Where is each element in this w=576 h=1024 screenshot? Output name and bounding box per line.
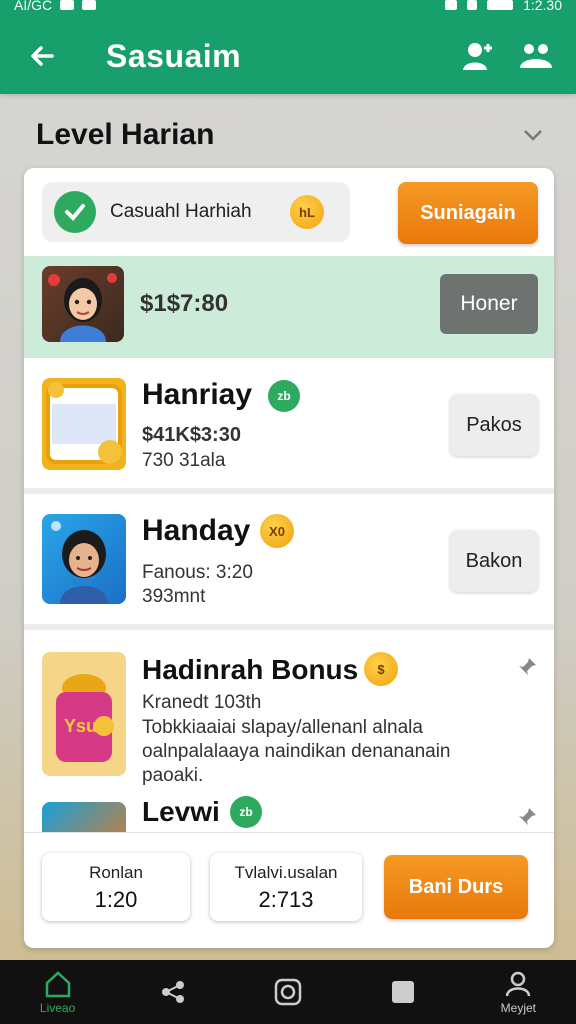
item-title: Hanriay [142, 378, 253, 411]
square-icon [392, 981, 415, 1003]
level-badge: zb [268, 380, 300, 412]
status-time: 1:2.30 [523, 0, 562, 13]
checkin-row: Casuahl Harhiah hL Suniagain [24, 168, 554, 256]
item-subtitle: Kranedt 103th [142, 692, 262, 713]
item-title: Levwi [142, 796, 220, 827]
list-item[interactable]: Hanriay zb $41K$3:30 730 31ala Pakos [24, 358, 554, 494]
item-subtitle-2: 393mnt [142, 586, 206, 607]
section-title: Level Harian [36, 118, 215, 151]
game-thumbnail [42, 378, 126, 470]
bonus-sticker-text: Ysu [64, 716, 97, 736]
back-button[interactable] [22, 36, 62, 76]
bottom-nav: Liveao Meyjet [0, 960, 576, 1024]
item-title: Handay [142, 514, 251, 547]
checkin-status: Casuahl Harhiah hL [42, 182, 350, 242]
bonus-thumbnail: Ysu [42, 652, 126, 776]
open-button[interactable]: Bakon [450, 530, 538, 592]
daily-level-card: Casuahl Harhiah hL Suniagain $1$7:80 Hon… [24, 168, 554, 948]
avatar [42, 514, 126, 604]
chevron-down-icon[interactable] [520, 122, 546, 148]
home-icon [45, 971, 70, 998]
message-icon [82, 0, 97, 10]
nav-square[interactable] [363, 960, 443, 1024]
status-bar: AI/GC 1:2.30 [0, 0, 576, 18]
coin-badge: $ [364, 652, 398, 686]
item-subtitle: Fanous: 3:20 [142, 562, 253, 583]
nav-camera[interactable] [248, 960, 328, 1024]
group-icon [520, 44, 552, 68]
status-left-text: AI/GC [14, 0, 53, 13]
community-button[interactable] [518, 38, 554, 74]
app-bar: Sasuaim [0, 18, 576, 94]
list-item[interactable]: Handay X0 Fanous: 3:20 393mnt Bakon [24, 494, 554, 630]
nav-home-label: Liveao [39, 1001, 76, 1015]
list-item[interactable]: Ysu Hadinrah Bonus $ Kranedt 103th Tobkk… [24, 630, 554, 792]
open-button[interactable]: Pakos [450, 394, 538, 456]
share-icon [161, 981, 184, 1003]
checkin-label: Casuahl Harhiah [110, 201, 252, 222]
wifi-icon [445, 0, 458, 10]
gallery-icon [60, 0, 75, 10]
nav-profile-label: Meyjet [500, 1001, 537, 1015]
coin-icon: hL [290, 195, 324, 229]
level-badge: zb [230, 796, 262, 828]
stat-label: Tvlalvi.usalan [234, 863, 338, 882]
coin-badge: X0 [260, 514, 294, 548]
add-friend-button[interactable] [460, 38, 496, 74]
signal-icon [467, 0, 478, 10]
nav-home[interactable]: Liveao [18, 960, 98, 1024]
stat-label: Ronlan [89, 863, 143, 882]
nav-share[interactable] [133, 960, 213, 1024]
camera-icon [274, 978, 302, 1006]
battery-icon [487, 0, 514, 10]
stat-box: Ronlan 1:20 [42, 853, 190, 921]
profile-icon [506, 971, 531, 997]
stat-value: 1:20 [94, 887, 138, 912]
summary-footer: Ronlan 1:20 Tvlalvi.usalan 2:713 Bani Du… [24, 832, 554, 948]
claim-button[interactable]: Honer [440, 274, 538, 334]
pin-icon[interactable] [516, 656, 538, 678]
reward-amount: $41K$3:30 [142, 424, 241, 446]
reward-amount: $1$7:80 [140, 290, 229, 317]
bonus-button[interactable]: Bani Durs [384, 855, 528, 919]
stat-box: Tvlalvi.usalan 2:713 [210, 853, 362, 921]
check-icon [54, 191, 96, 233]
item-title: Hadinrah Bonus [142, 654, 359, 685]
nav-profile[interactable]: Meyjet [478, 960, 558, 1024]
item-description: Tobkkiaaiai slapay/allenanl alnala oalnp… [142, 717, 451, 786]
list-item[interactable]: Levwi zb [24, 792, 554, 832]
avatar [42, 802, 126, 832]
item-subtitle: 730 31ala [142, 450, 226, 471]
add-user-icon [463, 43, 492, 70]
avatar [42, 266, 124, 342]
list-item[interactable]: $1$7:80 Honer [24, 256, 554, 358]
stat-value: 2:713 [258, 887, 314, 912]
arrow-left-icon [31, 46, 54, 66]
pin-icon[interactable] [516, 806, 538, 828]
checkin-button[interactable]: Suniagain [398, 182, 538, 244]
app-title: Sasuaim [106, 37, 242, 74]
